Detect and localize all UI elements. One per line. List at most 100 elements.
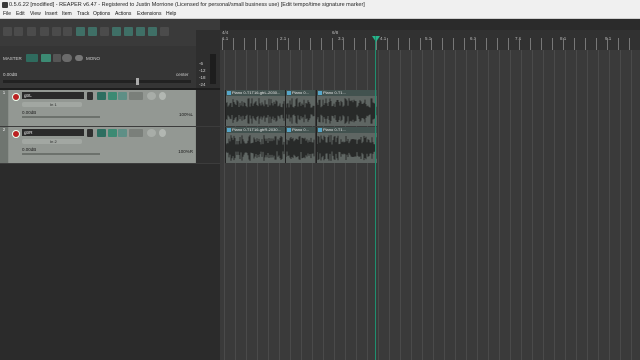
ruler-tick bbox=[453, 38, 454, 50]
master-mute-button[interactable] bbox=[41, 54, 51, 62]
waveform bbox=[226, 135, 285, 161]
track-solo-button[interactable] bbox=[118, 129, 127, 137]
undo-icon[interactable] bbox=[52, 27, 61, 36]
master-fx-button[interactable] bbox=[26, 54, 38, 62]
grid-line bbox=[565, 50, 566, 360]
track-name-field[interactable]: gtrR bbox=[22, 129, 84, 136]
grid-line bbox=[389, 50, 390, 360]
menu-help[interactable]: Help bbox=[166, 10, 176, 18]
menu-track[interactable]: Track bbox=[77, 10, 89, 18]
track-pan-knob[interactable] bbox=[147, 129, 156, 137]
media-item[interactable]: Piano 0-T1... bbox=[316, 90, 377, 126]
item-icon bbox=[227, 128, 231, 132]
grid-line bbox=[609, 50, 610, 360]
track-envelope-button[interactable] bbox=[129, 129, 143, 137]
track-pan-readout: 100%L bbox=[178, 112, 193, 117]
track-pan-knob[interactable] bbox=[147, 92, 156, 100]
envelope-lock-icon[interactable] bbox=[136, 27, 145, 36]
track-input-select[interactable]: In 1 bbox=[22, 102, 82, 107]
snap-icon[interactable] bbox=[100, 27, 109, 36]
new-project-icon[interactable] bbox=[3, 27, 12, 36]
menu-insert[interactable]: Insert bbox=[45, 10, 58, 18]
menu-file[interactable]: File bbox=[3, 10, 11, 18]
track-mute-button[interactable] bbox=[108, 129, 117, 137]
menu-actions[interactable]: Actions bbox=[115, 10, 131, 18]
track-input-select[interactable]: In 2 bbox=[22, 139, 82, 144]
menu-extensions[interactable]: Extensions bbox=[137, 10, 161, 18]
waveform bbox=[226, 98, 285, 124]
meter-scale-label: -24 bbox=[199, 82, 206, 87]
arrange-view[interactable] bbox=[220, 30, 640, 360]
open-project-icon[interactable] bbox=[14, 27, 23, 36]
grid-line bbox=[598, 50, 599, 360]
media-item[interactable]: Piano 0-T1T16-gtrR-2030... bbox=[225, 127, 285, 163]
menu-item[interactable]: Item bbox=[62, 10, 72, 18]
item-icon bbox=[318, 128, 322, 132]
waveform bbox=[286, 136, 315, 160]
master-route-icon[interactable] bbox=[75, 55, 83, 61]
master-solo-button[interactable] bbox=[53, 54, 61, 62]
timeline-ruler[interactable]: 4/4 6/8 1.1 2.1 3.1 4.1 5.1 6.1 7.1 8.1 … bbox=[220, 30, 640, 50]
ruler-tick bbox=[288, 38, 289, 50]
ruler-tick bbox=[222, 38, 223, 50]
item-label: Piano 0-T1T16-gtrL-2030... bbox=[232, 90, 281, 95]
track-solo-button[interactable] bbox=[118, 92, 127, 100]
time-signature-marker[interactable]: 4/4 bbox=[222, 30, 228, 35]
grid-line bbox=[433, 50, 434, 360]
track-volume-fader[interactable] bbox=[22, 153, 100, 155]
grid-toggle-icon[interactable] bbox=[88, 27, 97, 36]
grid-line bbox=[620, 50, 621, 360]
grid-line bbox=[488, 50, 489, 360]
track-phase-icon[interactable] bbox=[159, 129, 166, 137]
track-phase-icon[interactable] bbox=[159, 92, 166, 100]
save-project-icon[interactable] bbox=[27, 27, 36, 36]
ruler-tick bbox=[310, 38, 311, 50]
ripple-edit-icon[interactable] bbox=[112, 27, 121, 36]
envelope-points-icon[interactable] bbox=[160, 27, 169, 36]
grid-line bbox=[499, 50, 500, 360]
ruler-tick bbox=[233, 38, 234, 50]
ruler-label: 4.1 bbox=[380, 36, 387, 41]
grid-line bbox=[444, 50, 445, 360]
track-name-field[interactable]: gtrL bbox=[22, 92, 84, 99]
track-fx-button[interactable] bbox=[97, 129, 106, 137]
edit-cursor[interactable] bbox=[375, 36, 376, 360]
time-signature-marker[interactable]: 6/8 bbox=[332, 30, 338, 35]
master-pan-knob[interactable] bbox=[62, 54, 72, 62]
master-pan-readout: center bbox=[176, 72, 189, 77]
track-2-panel[interactable]: 2 gtrR In 2 0.00dB 100%R bbox=[0, 127, 220, 164]
menu-edit[interactable]: Edit bbox=[16, 10, 25, 18]
menu-options[interactable]: Options bbox=[93, 10, 110, 18]
ruler-tick bbox=[365, 38, 366, 50]
track-1-panel[interactable]: 1 gtrL In 1 0.00dB 100%L bbox=[0, 90, 220, 127]
edit-cursor-head[interactable] bbox=[372, 36, 380, 42]
ruler-label: 2.1 bbox=[280, 36, 287, 41]
grid-line bbox=[400, 50, 401, 360]
media-item[interactable]: Piano 0-T1T16-gtrL-2030... bbox=[225, 90, 285, 126]
grid-line bbox=[466, 50, 467, 360]
reaper-app-icon bbox=[2, 2, 8, 8]
menu-view[interactable]: View bbox=[30, 10, 41, 18]
track-mute-button[interactable] bbox=[108, 92, 117, 100]
ruler-tick bbox=[431, 38, 432, 50]
waveform bbox=[317, 135, 377, 161]
metronome-icon[interactable] bbox=[76, 27, 85, 36]
track-fx-button[interactable] bbox=[97, 92, 106, 100]
track-volume-fader[interactable] bbox=[22, 116, 100, 118]
track-envelope-button[interactable] bbox=[129, 92, 143, 100]
record-arm-button[interactable] bbox=[12, 130, 20, 138]
media-item[interactable]: Piano 0... bbox=[285, 90, 315, 126]
media-item[interactable]: Piano 0-T1... bbox=[316, 127, 377, 163]
auto-crossfade-icon[interactable] bbox=[148, 27, 157, 36]
master-volume-fader[interactable] bbox=[3, 78, 191, 85]
record-arm-button[interactable] bbox=[12, 93, 20, 101]
main-toolbar bbox=[0, 19, 220, 47]
ruler-tick bbox=[530, 38, 531, 50]
item-grouping-icon[interactable] bbox=[124, 27, 133, 36]
master-mono-label[interactable]: MONO bbox=[86, 56, 100, 61]
master-fader-handle[interactable] bbox=[136, 78, 139, 85]
redo-icon[interactable] bbox=[63, 27, 72, 36]
project-settings-icon[interactable] bbox=[40, 27, 49, 36]
track-meter bbox=[196, 127, 220, 163]
media-item[interactable]: Piano 0... bbox=[285, 127, 315, 163]
